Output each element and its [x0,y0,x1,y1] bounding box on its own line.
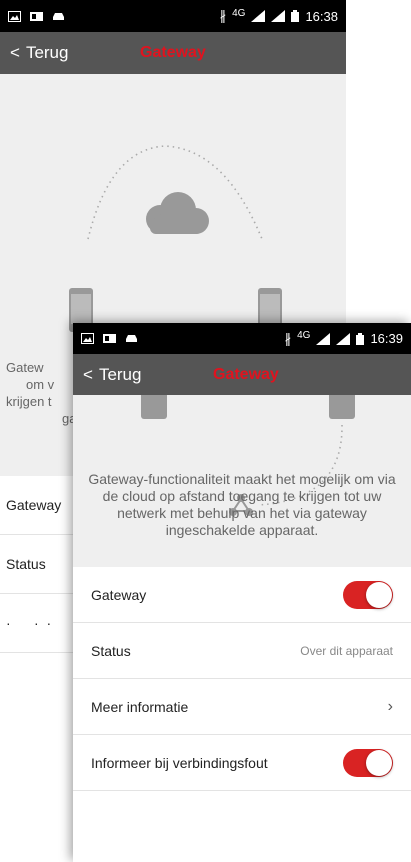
app-bar: < Terug Gateway [0,32,346,74]
image-icon [81,333,94,344]
toggle-knob [366,581,392,608]
status-bar: ∦ 4G 16:39 [73,323,411,354]
chevron-right-icon: › [387,697,393,715]
car-icon [53,12,64,20]
status-row[interactable]: Status Over dit apparaat [73,623,411,679]
description-text: Gateway-functionaliteit maakt het mogeli… [88,471,396,538]
sim-icon [103,334,116,343]
signal-icon [316,332,331,345]
network-type: 4G [297,330,311,341]
battery-icon [356,332,365,345]
gateway-illustration: Gateway-functionaliteit maakt het mogeli… [73,395,411,567]
signal-icon [251,10,266,22]
sim-icon [30,11,43,21]
clock: 16:39 [370,331,403,346]
back-button[interactable]: < Terug [83,354,141,395]
gateway-row: Gateway [73,567,411,623]
app-bar: < Terug Gateway [73,354,411,395]
gateway-toggle[interactable] [343,580,393,609]
status-value: Over dit apparaat [300,643,393,658]
page-title: Gateway [213,365,279,383]
page-title: Gateway [140,44,206,61]
toggle-knob [366,749,392,776]
battery-icon [291,10,300,22]
chevron-left-icon: < [83,364,93,384]
phone-icon [141,395,167,419]
back-button[interactable]: < Terug [10,32,68,74]
bluetooth-icon: ∦ [219,8,227,23]
image-icon [8,10,21,22]
network-type: 4G [232,7,246,19]
chevron-left-icon: < [10,43,20,62]
car-icon [126,335,137,342]
clock: 16:38 [305,8,338,24]
signal-icon [271,10,286,22]
more-info-row[interactable]: Meer informatie › [73,679,411,735]
phone-icon [329,395,355,419]
bluetooth-icon: ∦ [284,330,292,346]
front-screen: ∦ 4G 16:39 < Terug Gateway Gateway-funct… [73,323,411,862]
notify-row: Informeer bij verbindingsfout [73,735,411,791]
cloud-icon [146,192,209,234]
notify-toggle[interactable] [343,748,393,777]
signal-icon [336,332,351,345]
status-bar: ∦ 4G 16:38 [0,0,346,32]
